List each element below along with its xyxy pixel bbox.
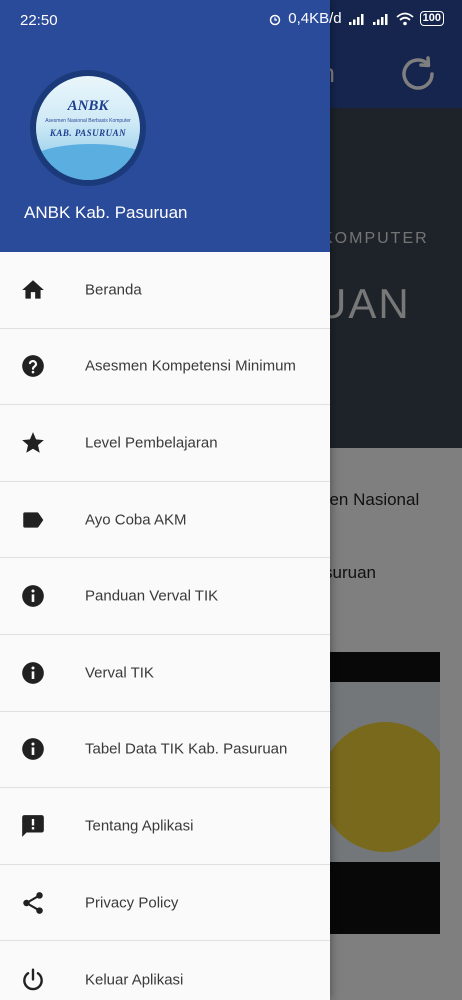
menu-item-label: Keluar Aplikasi [85, 971, 184, 989]
status-icons: 0,4KB/d 100 [268, 10, 444, 27]
feedback-icon [22, 815, 44, 837]
network-speed: 0,4KB/d [288, 10, 342, 27]
logo-title: ANBK [67, 98, 109, 114]
app-logo: ANBK Asesmen Nasional Berbasis Komputer … [30, 70, 146, 186]
navigation-drawer: ANBK Asesmen Nasional Berbasis Komputer … [0, 0, 330, 1000]
menu-item-beranda[interactable]: Beranda [0, 252, 330, 329]
menu-item-label: Asesmen Kompetensi Minimum [85, 357, 296, 375]
menu-item-label: Tabel Data TIK Kab. Pasuruan [85, 740, 288, 758]
menu-item-ayo-coba-akm[interactable]: Ayo Coba AKM [0, 482, 330, 559]
menu-item-label: Privacy Policy [85, 894, 179, 912]
home-icon [22, 280, 44, 299]
signal-icon [348, 13, 364, 25]
battery-icon: 100 [419, 11, 444, 26]
power-icon [23, 968, 43, 990]
label-tag-icon [23, 511, 44, 528]
alarm-icon [270, 14, 281, 25]
drawer-menu: Beranda Asesmen Kompetensi Minimum Level… [0, 252, 330, 1000]
status-time: 22:50 [20, 12, 58, 29]
logo-subtitle: KAB. PASURUAN [49, 128, 127, 138]
help-icon [22, 355, 44, 378]
drawer-app-name: ANBK Kab. Pasuruan [24, 203, 188, 222]
share-icon [23, 891, 43, 914]
wifi-icon [396, 12, 414, 25]
menu-item-level-pembelajaran[interactable]: Level Pembelajaran [0, 405, 330, 482]
menu-item-label: Tentang Aplikasi [85, 817, 194, 835]
menu-item-label: Panduan Verval TIK [85, 587, 219, 605]
logo-tagline: Asesmen Nasional Berbasis Komputer [45, 118, 131, 124]
status-bar: 22:50 0,4KB/d 100 [0, 0, 462, 40]
info-icon [22, 585, 44, 608]
menu-item-tentang-aplikasi[interactable]: Tentang Aplikasi [0, 788, 330, 865]
info-icon [22, 738, 44, 761]
star-icon [22, 432, 44, 453]
app-logo-emblem: ANBK Asesmen Nasional Berbasis Komputer … [36, 76, 140, 180]
menu-item-keluar-aplikasi[interactable]: Keluar Aplikasi [0, 941, 330, 1000]
menu-item-asesmen-kompetensi-minimum[interactable]: Asesmen Kompetensi Minimum [0, 329, 330, 406]
menu-item-verval-tik[interactable]: Verval TIK [0, 635, 330, 712]
info-icon [22, 661, 44, 684]
menu-item-label: Level Pembelajaran [85, 434, 218, 452]
menu-item-privacy-policy[interactable]: Privacy Policy [0, 865, 330, 942]
menu-item-label: Ayo Coba AKM [85, 511, 187, 529]
menu-item-label: Beranda [85, 281, 142, 299]
logo-wave [36, 144, 140, 180]
menu-item-panduan-verval-tik[interactable]: Panduan Verval TIK [0, 558, 330, 635]
menu-item-label: Verval TIK [85, 664, 154, 682]
signal-icon [372, 13, 388, 25]
menu-item-tabel-data-tik[interactable]: Tabel Data TIK Kab. Pasuruan [0, 712, 330, 789]
